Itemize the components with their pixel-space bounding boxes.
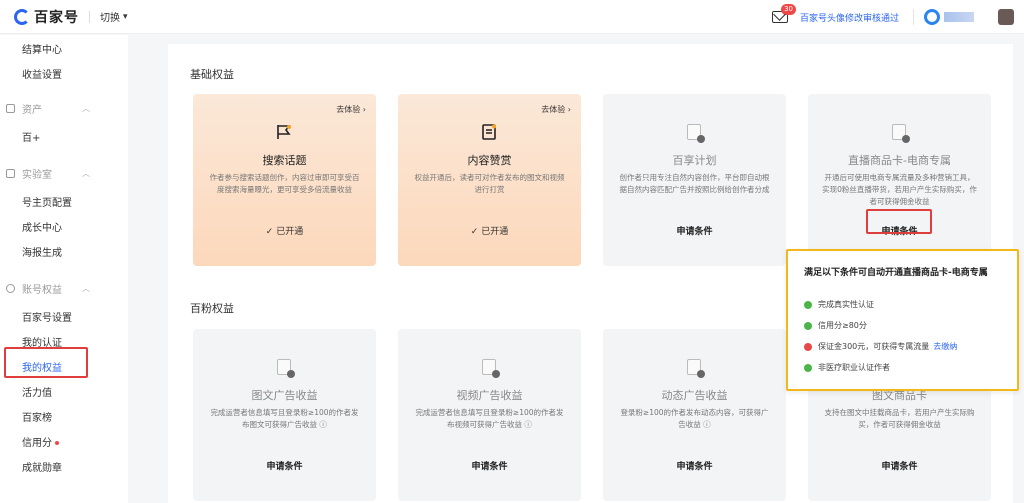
divider <box>913 9 914 25</box>
sidebar-item-medals[interactable]: 成就勋章 <box>22 459 62 474</box>
condition-text: 非医疗职业认证作者 <box>818 363 890 372</box>
sidebar-item-settlement[interactable]: 结算中心 <box>22 41 62 56</box>
condition-row: 非医疗职业认证作者 <box>804 362 890 373</box>
try-link[interactable]: 去体验 › <box>336 104 366 115</box>
credit-label: 信用分 <box>22 438 52 449</box>
sidebar-item-growth-center[interactable]: 成长中心 <box>22 219 62 234</box>
chevron-up-icon: ︿ <box>82 169 90 178</box>
rights-icon <box>6 284 15 293</box>
card-title: 内容赞赏 <box>467 154 512 167</box>
mail-badge: 30 <box>781 4 796 15</box>
apply-conditions-link[interactable]: 申请条件 <box>603 224 786 237</box>
card-status: ✓ 已开通 <box>470 227 509 237</box>
chevron-down-icon: ▾ <box>123 11 128 22</box>
card-title: 搜索话题 <box>262 154 307 167</box>
logo-icon <box>14 8 30 25</box>
user-avatar[interactable] <box>998 9 1014 25</box>
check-icon <box>804 363 812 372</box>
card-title: 直播商品卡-电商专属 <box>848 154 951 167</box>
group-label: 实验室 <box>22 170 52 181</box>
card-desc: 开通后可使用电商专属流量及多种营销工具，实现0粉丝直播带货，若用户产生实际购买，… <box>822 173 977 206</box>
sidebar-item-homepage-config[interactable]: 号主页配置 <box>22 194 72 209</box>
rights-card-search-topic[interactable]: 去体验 › 搜索话题 作者参与搜索话题创作，内容过审即可享受百度搜索海量曝光，更… <box>193 94 376 266</box>
account-name-blurred[interactable] <box>944 12 974 22</box>
card-desc: 完成运营者信息填写且登录粉≥100的作者发布视频可获得广告收益 ⓘ <box>415 408 564 429</box>
cross-icon <box>804 342 812 351</box>
sidebar-item-vitality[interactable]: 活力值 <box>22 384 52 399</box>
sidebar-item-poster[interactable]: 海报生成 <box>22 244 62 259</box>
rights-card-live-goods[interactable]: 直播商品卡-电商专属 开通后可使用电商专属流量及多种营销工具，实现0粉丝直播带货… <box>808 94 991 266</box>
lab-icon <box>6 169 15 178</box>
card-title: 动态广告收益 <box>661 389 728 402</box>
document-icon <box>685 124 705 143</box>
section-title-basic: 基础权益 <box>190 68 234 81</box>
sidebar: 结算中心 收益设置 资产 ︿ 百+ 实验室 ︿ 号主页配置 成长中心 海报生成 … <box>0 35 128 503</box>
switch-button[interactable]: 切换 ▾ <box>100 9 128 25</box>
card-desc: 权益开通后，读者可对作者发布的图文和视频进行打赏 <box>414 173 565 194</box>
card-desc: 支持在图文中挂载商品卡，若用户产生实际购买，作者可获得佣金收益 <box>824 408 975 429</box>
condition-text: 完成真实性认证 <box>818 300 874 309</box>
card-title: 图文广告收益 <box>251 389 318 402</box>
popup-title: 满足以下条件可自动开通直播商品卡-电商专属 <box>804 268 988 278</box>
rights-card-dynamic-ads[interactable]: 动态广告收益 登录粉≥100的作者发布动态内容，可获得广告收益 ⓘ 申请条件 <box>603 329 786 501</box>
logo[interactable]: 百家号 <box>14 7 79 27</box>
rights-card-image-ads[interactable]: 图文广告收益 完成运营者信息填写且登录粉≥100的作者发布图文可获得广告收益 ⓘ… <box>193 329 376 501</box>
highlight-box <box>4 347 88 378</box>
conditions-popup: 满足以下条件可自动开通直播商品卡-电商专属 完成真实性认证 信用分≥80分 保证… <box>786 249 1019 391</box>
document-icon <box>482 124 496 140</box>
rights-card-video-ads[interactable]: 视频广告收益 完成运营者信息填写且登录粉≥100的作者发布视频可获得广告收益 ⓘ… <box>398 329 581 501</box>
sidebar-group-assets[interactable]: 资产 ︿ <box>6 101 90 116</box>
section-title-fans: 百粉权益 <box>190 302 234 315</box>
card-desc: 创作者只用专注自然内容创作，平台即自动根据自然内容匹配广告并按照比例给创作者分成 <box>619 173 770 194</box>
divider <box>89 10 90 23</box>
condition-text: 保证金300元，可获得专属流量 <box>818 342 930 351</box>
check-icon <box>804 321 812 330</box>
sidebar-group-account-rights[interactable]: 账号权益 ︿ <box>6 281 90 296</box>
apply-conditions-link[interactable]: 申请条件 <box>398 459 581 472</box>
brand-name: 百家号 <box>34 9 79 26</box>
card-title: 百享计划 <box>672 154 717 167</box>
document-icon <box>275 359 295 378</box>
card-status: ✓ 已开通 <box>265 227 304 237</box>
chevron-up-icon: ︿ <box>82 284 90 293</box>
document-icon <box>480 359 500 378</box>
check-icon <box>804 300 812 309</box>
apply-conditions-link[interactable]: 申请条件 <box>808 459 991 472</box>
red-dot-badge <box>55 441 59 445</box>
sidebar-item-bai-plus[interactable]: 百+ <box>22 129 40 144</box>
chevron-up-icon: ︿ <box>82 104 90 113</box>
highlight-box <box>866 209 932 234</box>
assets-icon <box>6 104 15 113</box>
group-label: 账号权益 <box>22 285 62 296</box>
flag-icon <box>277 125 291 139</box>
mail-icon[interactable]: 30 <box>771 4 796 23</box>
sidebar-item-income-settings[interactable]: 收益设置 <box>22 66 62 81</box>
apply-conditions-link[interactable]: 申请条件 <box>193 459 376 472</box>
notice-link[interactable]: 百家号头像修改审核通过 <box>800 11 899 24</box>
card-title: 视频广告收益 <box>456 389 523 402</box>
switch-label: 切换 <box>100 13 120 24</box>
sidebar-group-lab[interactable]: 实验室 ︿ <box>6 166 90 181</box>
card-desc: 登录粉≥100的作者发布动态内容，可获得广告收益 ⓘ <box>620 408 769 429</box>
sidebar-item-bjh-settings[interactable]: 百家号设置 <box>22 309 72 324</box>
group-label: 资产 <box>22 105 42 116</box>
card-desc: 作者参与搜索话题创作，内容过审即可享受百度搜索海量曝光，更可享受多倍流量收益 <box>209 173 360 194</box>
condition-row: 完成真实性认证 <box>804 299 874 310</box>
sidebar-item-ranking[interactable]: 百家榜 <box>22 409 52 424</box>
pay-deposit-link[interactable]: 去缴纳 <box>933 341 957 352</box>
document-icon <box>890 124 910 143</box>
apply-conditions-link[interactable]: 申请条件 <box>603 459 786 472</box>
condition-text: 信用分≥80分 <box>818 321 867 330</box>
top-bar: 百家号 切换 ▾ 30 百家号头像修改审核通过 <box>0 0 1024 34</box>
try-link[interactable]: 去体验 › <box>541 104 571 115</box>
document-icon <box>685 359 705 378</box>
sidebar-item-credit[interactable]: 信用分 <box>22 434 59 449</box>
rights-card-tipping[interactable]: 去体验 › 内容赞赏 权益开通后，读者可对作者发布的图文和视频进行打赏 ✓ 已开… <box>398 94 581 266</box>
account-avatar-icon[interactable] <box>924 9 940 25</box>
rights-card-baixiang[interactable]: 百享计划 创作者只用专注自然内容创作，平台即自动根据自然内容匹配广告并按照比例给… <box>603 94 786 266</box>
card-desc: 完成运营者信息填写且登录粉≥100的作者发布图文可获得广告收益 ⓘ <box>210 408 359 429</box>
condition-row: 信用分≥80分 <box>804 320 867 331</box>
condition-row: 保证金300元，可获得专属流量 去缴纳 <box>804 341 957 352</box>
